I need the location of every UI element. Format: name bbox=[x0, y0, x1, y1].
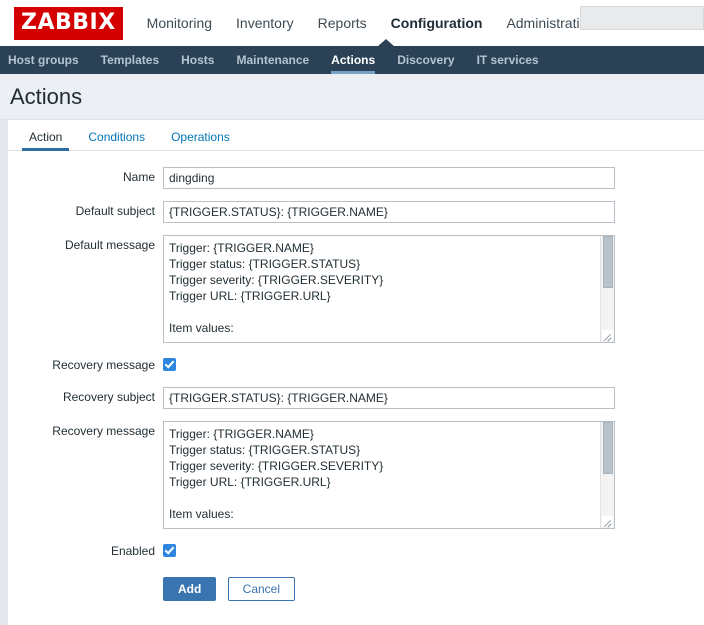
form-row-recovery-message: Recovery message Trigger: {TRIGGER.NAME}… bbox=[8, 421, 704, 529]
name-field-wrap bbox=[163, 167, 704, 189]
default-message-text: Trigger: {TRIGGER.NAME} Trigger status: … bbox=[169, 241, 384, 335]
subnav-item-maintenance[interactable]: Maintenance bbox=[236, 46, 309, 74]
add-button[interactable]: Add bbox=[163, 577, 217, 601]
recovery-subject-input[interactable] bbox=[163, 387, 615, 409]
form-row-recovery-subject: Recovery subject bbox=[8, 387, 704, 409]
default-subject-input[interactable] bbox=[163, 201, 615, 223]
subnav-item-discovery[interactable]: Discovery bbox=[397, 46, 454, 74]
form-row-enabled: Enabled bbox=[8, 541, 704, 561]
recovery-message-checkbox[interactable] bbox=[163, 358, 176, 371]
subnav-item-host-groups[interactable]: Host groups bbox=[8, 46, 79, 74]
recovery-message-text: Trigger: {TRIGGER.NAME} Trigger status: … bbox=[169, 427, 384, 521]
tab-operations[interactable]: Operations bbox=[158, 131, 243, 150]
default-subject-label: Default subject bbox=[75, 204, 155, 218]
action-form: Name Default subject Default message Tri… bbox=[8, 151, 704, 601]
page-title: Actions bbox=[10, 83, 83, 109]
enabled-wrap bbox=[163, 541, 704, 557]
recovery-message-scrollbar[interactable] bbox=[600, 422, 614, 528]
cancel-button[interactable]: Cancel bbox=[227, 577, 296, 601]
subnav-item-it-services[interactable]: IT services bbox=[477, 46, 539, 74]
tab-action[interactable]: Action bbox=[16, 131, 75, 151]
recovery-message-toggle-label: Recovery message bbox=[52, 358, 155, 372]
tab-conditions[interactable]: Conditions bbox=[75, 131, 158, 150]
nav-item-inventory[interactable]: Inventory bbox=[236, 0, 294, 46]
recovery-message-scroll-thumb[interactable] bbox=[603, 422, 613, 474]
enabled-label: Enabled bbox=[110, 544, 155, 558]
default-message-textarea[interactable]: Trigger: {TRIGGER.NAME} Trigger status: … bbox=[163, 235, 615, 343]
recovery-message-textarea[interactable]: Trigger: {TRIGGER.NAME} Trigger status: … bbox=[163, 421, 615, 529]
buttons-wrap: Add Cancel bbox=[163, 577, 704, 601]
global-search-input[interactable] bbox=[580, 6, 704, 30]
recovery-message-toggle-wrap bbox=[163, 355, 704, 371]
recovery-subject-label: Recovery subject bbox=[62, 390, 155, 404]
form-row-recovery-message-toggle: Recovery message bbox=[8, 355, 704, 375]
content-area: Action Conditions Operations Name Defaul… bbox=[0, 120, 704, 625]
default-message-label: Default message bbox=[64, 238, 155, 252]
main-navigation: Monitoring Inventory Reports Configurati… bbox=[147, 0, 595, 46]
name-input[interactable] bbox=[163, 167, 615, 189]
secondary-navigation: Host groups Templates Hosts Maintenance … bbox=[0, 39, 704, 74]
recovery-message-label: Recovery message bbox=[52, 424, 155, 438]
default-message-scroll-thumb[interactable] bbox=[603, 236, 613, 288]
nav-item-configuration[interactable]: Configuration bbox=[391, 0, 483, 46]
subnav-item-actions[interactable]: Actions bbox=[331, 46, 376, 74]
default-message-field-wrap: Trigger: {TRIGGER.NAME} Trigger status: … bbox=[163, 235, 704, 343]
name-label: Name bbox=[122, 170, 155, 184]
recovery-subject-field-wrap bbox=[163, 387, 704, 409]
tab-strip: Action Conditions Operations bbox=[8, 120, 704, 151]
enabled-checkbox[interactable] bbox=[163, 544, 176, 557]
nav-item-monitoring[interactable]: Monitoring bbox=[147, 0, 212, 46]
page-title-band: Actions bbox=[0, 74, 704, 120]
recovery-message-resize-grip-icon[interactable] bbox=[602, 516, 613, 527]
form-row-default-subject: Default subject bbox=[8, 201, 704, 223]
subnav-item-templates[interactable]: Templates bbox=[101, 46, 159, 74]
default-message-resize-grip-icon[interactable] bbox=[602, 330, 613, 341]
default-message-scrollbar[interactable] bbox=[600, 236, 614, 342]
form-row-buttons: Add Cancel bbox=[8, 577, 704, 601]
subnav-item-hosts[interactable]: Hosts bbox=[181, 46, 214, 74]
form-row-name: Name bbox=[8, 167, 704, 189]
default-subject-field-wrap bbox=[163, 201, 704, 223]
active-menu-caret-icon bbox=[377, 39, 395, 47]
top-header-bar: ZABBIX Monitoring Inventory Reports Conf… bbox=[0, 0, 704, 46]
zabbix-logo[interactable]: ZABBIX bbox=[14, 6, 123, 40]
form-panel: Action Conditions Operations Name Defaul… bbox=[8, 120, 704, 625]
recovery-message-field-wrap: Trigger: {TRIGGER.NAME} Trigger status: … bbox=[163, 421, 704, 529]
left-gutter bbox=[0, 120, 8, 625]
nav-item-reports[interactable]: Reports bbox=[318, 0, 367, 46]
form-row-default-message: Default message Trigger: {TRIGGER.NAME} … bbox=[8, 235, 704, 343]
